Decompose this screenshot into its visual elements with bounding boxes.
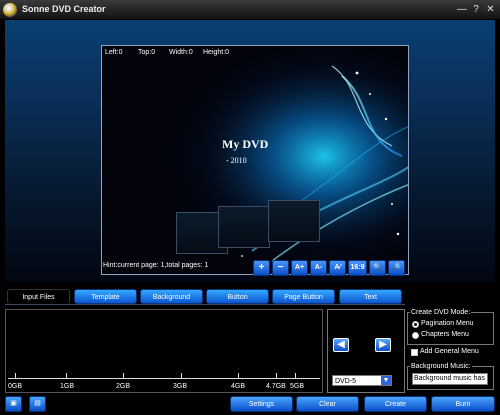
title-bar: Sonne DVD Creator — ? ✕ — [0, 0, 500, 20]
tab-background[interactable]: Background — [140, 289, 203, 304]
menu-subtitle-text[interactable]: - 2010 — [226, 156, 247, 165]
background-music-legend: Background Music: — [410, 363, 472, 370]
ruler-tick — [238, 373, 239, 378]
text-edit-button[interactable]: A⁄ — [329, 260, 346, 276]
tab-page-button[interactable]: Page Button — [272, 289, 335, 304]
capacity-ruler — [8, 378, 320, 379]
ruler-tick — [15, 373, 16, 378]
tab-divider — [5, 304, 405, 305]
next-arrow-button[interactable]: ▶ — [375, 338, 391, 352]
top-readout: Top:0 — [138, 49, 156, 56]
height-readout: Height:0 — [203, 49, 230, 56]
remove-button[interactable]: − — [272, 260, 289, 276]
ruler-tick — [66, 373, 67, 378]
dvd-mode-legend: Create DVD Mode: — [410, 309, 472, 316]
help-button[interactable]: ? — [470, 3, 482, 16]
page-hint: Hint:current page: 1,total pages: 1 — [103, 262, 209, 269]
add-general-menu-label: Add General Menu — [420, 348, 479, 355]
ruler-tick — [295, 373, 296, 378]
prev-arrow-button[interactable]: ◀ — [333, 338, 349, 352]
ruler-label: 0GB — [8, 383, 23, 390]
chapters-menu-radio[interactable] — [412, 332, 419, 339]
width-readout: Width:0 — [169, 49, 193, 56]
burn-button[interactable]: Burn — [431, 396, 495, 412]
font-down-button[interactable]: A- — [310, 260, 327, 276]
add-general-menu-checkbox[interactable] — [411, 349, 418, 356]
ratio-button[interactable]: 16:9 — [348, 260, 367, 276]
left-readout: Left:0 — [105, 49, 123, 56]
chapter-thumbnail[interactable] — [218, 206, 270, 248]
ruler-tick — [123, 373, 124, 378]
tab-input-files[interactable]: Input Files — [7, 289, 70, 304]
close-button[interactable]: ✕ — [484, 3, 497, 16]
zoom-in-button[interactable]: 🔍 — [369, 260, 386, 276]
clear-button[interactable]: Clear — [296, 396, 359, 412]
add-file-icon: ▣ — [10, 400, 17, 407]
ruler-tick — [181, 373, 182, 378]
chapter-thumbnail[interactable] — [268, 200, 320, 242]
dvd-type-value: DVD-5 — [335, 378, 357, 385]
ruler-label: 5GB — [290, 383, 305, 390]
arrow-right-icon: ▶ — [379, 339, 387, 350]
ruler-label: 4.7GB — [266, 383, 286, 390]
pagination-menu-label: Pagination Menu — [421, 320, 474, 327]
chapters-menu-label: Chapters Menu — [421, 331, 469, 338]
tab-button[interactable]: Button — [206, 289, 269, 304]
menu-title-text[interactable]: My DVD — [222, 137, 268, 152]
zoom-out-button[interactable]: 🔎 — [388, 260, 405, 276]
dvd-type-select[interactable]: DVD-5 ▼ — [332, 375, 392, 386]
remove-file-button[interactable]: ▤ — [29, 396, 46, 412]
settings-button[interactable]: Settings — [230, 396, 293, 412]
window-title: Sonne DVD Creator — [22, 4, 106, 14]
add-file-button[interactable]: ▣ — [5, 396, 22, 412]
input-file-list[interactable] — [5, 309, 323, 393]
ruler-label: 1GB — [60, 383, 75, 390]
dvd-mode-group — [407, 312, 494, 345]
pagination-menu-radio[interactable] — [412, 321, 419, 328]
menu-work-area: Left:0 Top:0 Width:0 Height:0 My DVD - 2… — [5, 20, 495, 282]
app-icon — [3, 3, 17, 17]
minimize-button[interactable]: — — [456, 3, 468, 16]
menu-preview[interactable]: Left:0 Top:0 Width:0 Height:0 My DVD - 2… — [101, 45, 409, 275]
tab-template[interactable]: Template — [74, 289, 137, 304]
add-button[interactable]: + — [253, 260, 270, 276]
arrow-left-icon: ◀ — [337, 339, 345, 350]
font-up-button[interactable]: A+ — [291, 260, 308, 276]
chevron-down-icon[interactable]: ▼ — [381, 376, 391, 385]
ruler-label: 4GB — [231, 383, 246, 390]
ruler-tick — [276, 373, 277, 378]
ruler-label: 2GB — [116, 383, 131, 390]
create-button[interactable]: Create — [364, 396, 427, 412]
tab-text[interactable]: Text — [339, 289, 402, 304]
ruler-label: 3GB — [173, 383, 188, 390]
remove-file-icon: ▤ — [34, 400, 41, 407]
background-music-field[interactable]: Background music has not — [412, 373, 488, 385]
